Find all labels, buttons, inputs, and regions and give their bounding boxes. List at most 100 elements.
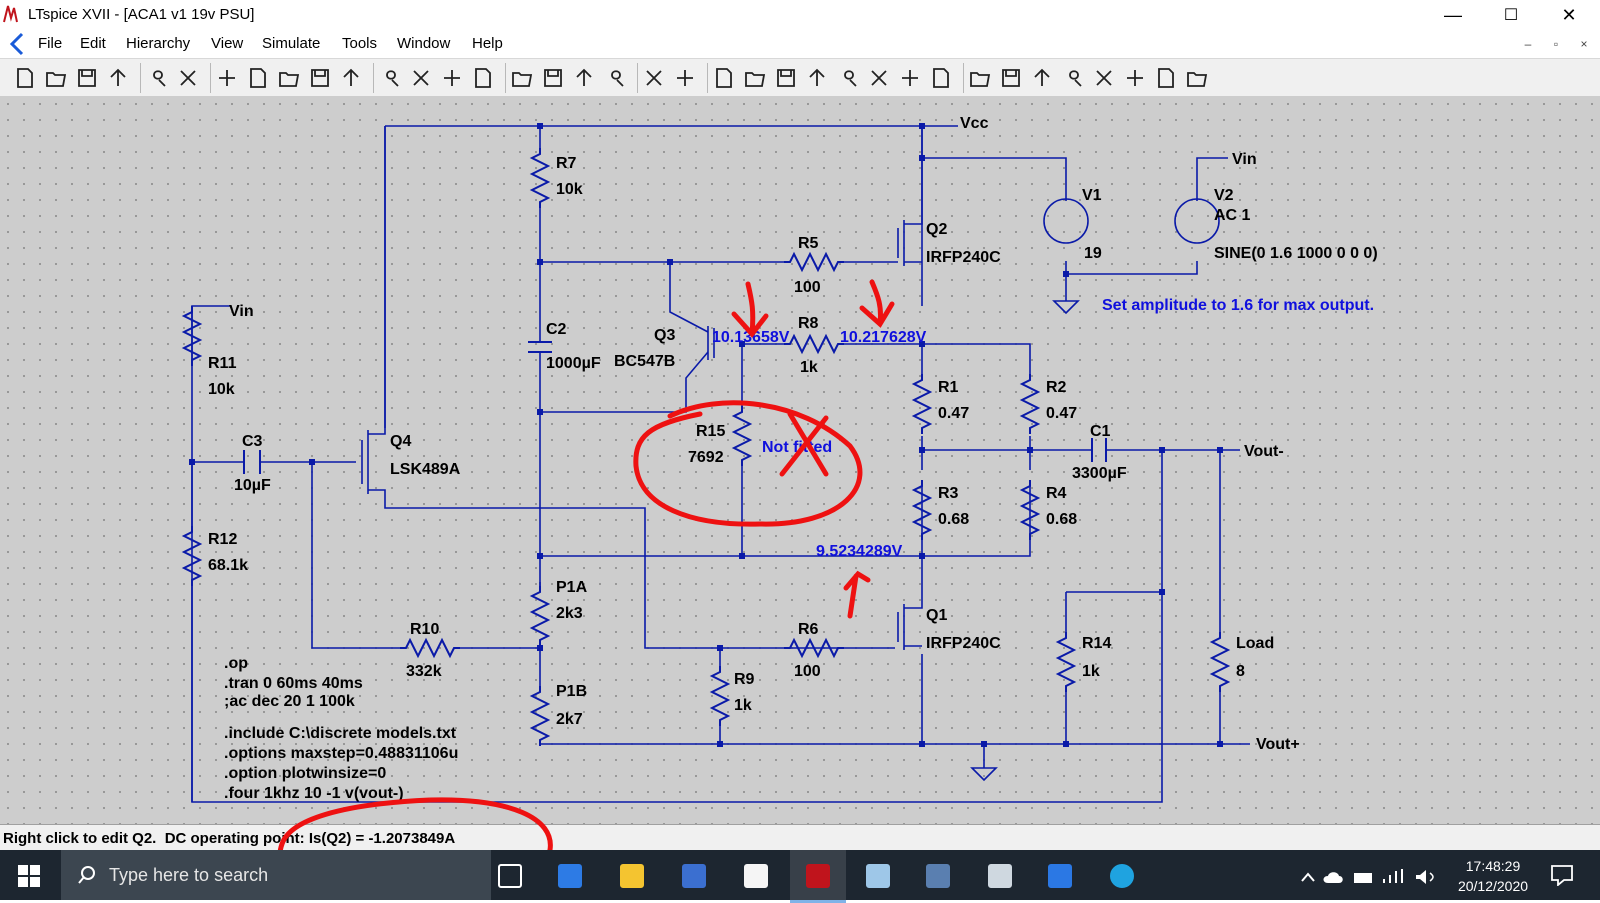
paste-icon[interactable]	[573, 67, 595, 89]
pan-icon[interactable]	[247, 67, 269, 89]
menu-hierarchy[interactable]: Hierarchy	[126, 35, 190, 52]
r11-name[interactable]: R11	[208, 355, 237, 372]
find-icon[interactable]	[604, 67, 626, 89]
menu-file[interactable]: File	[38, 35, 62, 52]
label-net-icon[interactable]	[775, 67, 797, 89]
text-icon[interactable]	[1155, 67, 1177, 89]
tile-horizontal-icon[interactable]	[410, 67, 432, 89]
control-panel-icon[interactable]	[107, 67, 129, 89]
directive-line[interactable]: .option plotwinsize=0	[224, 765, 386, 782]
v1-value[interactable]: 19	[1084, 245, 1102, 262]
p1a-name[interactable]: P1A	[556, 579, 588, 596]
r6-value[interactable]: 100	[794, 663, 821, 680]
edge-refresh-icon[interactable]	[554, 860, 586, 892]
directive-line[interactable]: .options maxstep=0.48831106u	[224, 745, 458, 762]
minimize-button[interactable]: —	[1424, 0, 1482, 30]
schematic-canvas[interactable]: Vcc Vin Vin Vout- Vout+ R7 10k R5 100 R8…	[0, 96, 1600, 824]
r3-name[interactable]: R3	[938, 485, 959, 502]
load-value[interactable]: 8	[1236, 663, 1245, 680]
menu-help[interactable]: Help	[472, 35, 503, 52]
zoom-out-icon[interactable]	[278, 67, 300, 89]
ground-icon[interactable]	[744, 67, 766, 89]
r7-name[interactable]: R7	[556, 155, 577, 172]
menu-simulate[interactable]: Simulate	[262, 35, 320, 52]
r7-value[interactable]: 10k	[556, 181, 583, 198]
c3-name[interactable]: C3	[242, 433, 263, 450]
r2-name[interactable]: R2	[1046, 379, 1067, 396]
mail-icon[interactable]	[1044, 860, 1076, 892]
run-icon[interactable]	[146, 67, 168, 89]
close-button[interactable]: ✕	[1540, 0, 1598, 30]
v2-name[interactable]: V2	[1214, 187, 1234, 204]
r10-name[interactable]: R10	[410, 621, 439, 638]
c2-name[interactable]: C2	[546, 321, 567, 338]
r9-value[interactable]: 1k	[734, 697, 752, 714]
directive-line[interactable]: .op	[224, 655, 248, 672]
directive-line[interactable]: ;ac dec 20 1 100k	[224, 693, 355, 710]
drag-icon[interactable]	[1000, 67, 1022, 89]
save-icon[interactable]	[76, 67, 98, 89]
taskbar-search-box[interactable]: Type here to search	[61, 850, 491, 900]
copy-icon[interactable]	[542, 67, 564, 89]
q3-name[interactable]: Q3	[654, 327, 675, 344]
r8-value[interactable]: 1k	[800, 359, 818, 376]
autorange-icon[interactable]	[340, 67, 362, 89]
q2-value[interactable]: IRFP240C	[926, 249, 1001, 266]
new-schematic-icon[interactable]	[14, 67, 36, 89]
v2-value[interactable]: AC 1	[1214, 207, 1251, 224]
clock-date[interactable]: 20/12/2020	[1448, 878, 1538, 894]
mdi-minimize-button[interactable]: –	[1516, 34, 1540, 54]
c3-value[interactable]: 10µF	[234, 477, 271, 494]
notifications-icon[interactable]	[1550, 864, 1574, 886]
r14-value[interactable]: 1k	[1082, 663, 1100, 680]
r3-value[interactable]: 0.68	[938, 511, 969, 528]
zoom-fit-icon[interactable]	[309, 67, 331, 89]
q1-value[interactable]: IRFP240C	[926, 635, 1001, 652]
p1b-name[interactable]: P1B	[556, 683, 587, 700]
r15-value[interactable]: 7692	[688, 449, 724, 466]
r1-name[interactable]: R1	[938, 379, 959, 396]
r5-value[interactable]: 100	[794, 279, 821, 296]
bank-icon[interactable]	[678, 860, 710, 892]
diode-icon[interactable]	[899, 67, 921, 89]
calculator-icon[interactable]	[922, 860, 954, 892]
cut-icon[interactable]	[511, 67, 533, 89]
schematic-drawing[interactable]: Vcc Vin Vin Vout- Vout+ R7 10k R5 100 R8…	[0, 96, 1600, 824]
undo-icon[interactable]	[1031, 67, 1053, 89]
r12-value[interactable]: 68.1k	[208, 557, 248, 574]
mirror-icon[interactable]	[1124, 67, 1146, 89]
p1b-value[interactable]: 2k7	[556, 711, 583, 728]
q1-name[interactable]: Q1	[926, 607, 947, 624]
file-explorer-icon[interactable]	[616, 860, 648, 892]
r15-name[interactable]: R15	[696, 423, 725, 440]
ltspice-icon[interactable]	[802, 860, 834, 892]
v2-source[interactable]: SINE(0 1.6 1000 0 0 0)	[1214, 245, 1378, 262]
zoom-in-icon[interactable]	[216, 67, 238, 89]
amplitude-comment[interactable]: Set amplitude to 1.6 for max output.	[1102, 297, 1374, 314]
print-icon[interactable]	[674, 67, 696, 89]
system-tray[interactable]	[1300, 867, 1450, 887]
spice-directive-icon[interactable]	[1186, 67, 1208, 89]
capacitor-icon[interactable]	[837, 67, 859, 89]
task-view-icon[interactable]	[494, 860, 526, 892]
edge-icon[interactable]	[1106, 860, 1138, 892]
rotate-icon[interactable]	[1093, 67, 1115, 89]
document-icon[interactable]	[6, 32, 28, 56]
tile-vertical-icon[interactable]	[441, 67, 463, 89]
r8-name[interactable]: R8	[798, 315, 819, 332]
c1-value[interactable]: 3300µF	[1072, 465, 1127, 482]
open-icon[interactable]	[45, 67, 67, 89]
r2-value[interactable]: 0.47	[1046, 405, 1077, 422]
r6-name[interactable]: R6	[798, 621, 819, 638]
directive-line[interactable]: .tran 0 60ms 40ms	[224, 675, 363, 692]
snip-icon[interactable]	[984, 860, 1016, 892]
notepad-icon[interactable]	[740, 860, 772, 892]
load-name[interactable]: Load	[1236, 635, 1274, 652]
ltspice-app-icon[interactable]	[2, 4, 22, 24]
menu-window[interactable]: Window	[397, 35, 450, 52]
inductor-icon[interactable]	[868, 67, 890, 89]
component-icon[interactable]	[930, 67, 952, 89]
clock-time[interactable]: 17:48:29	[1448, 858, 1538, 874]
r9-name[interactable]: R9	[734, 671, 755, 688]
move-icon[interactable]	[969, 67, 991, 89]
